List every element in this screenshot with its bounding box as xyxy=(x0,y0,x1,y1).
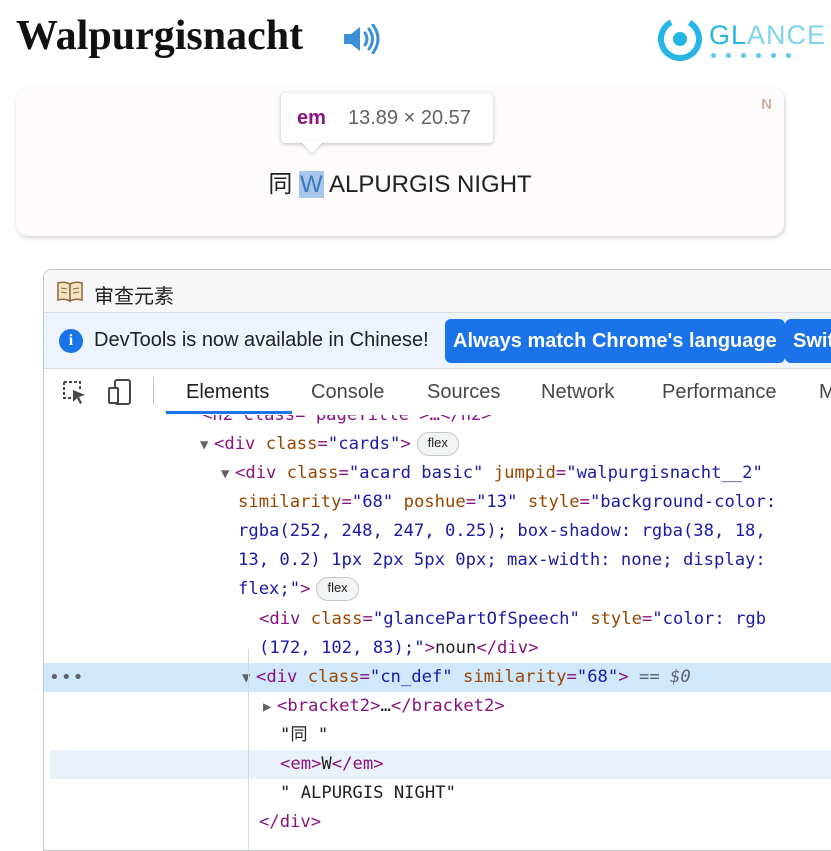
dom-node-acard-cont-1: similarity="68" poshue="13" style="backg… xyxy=(238,492,777,512)
inspect-tooltip: em 13.89 × 20.57 xyxy=(281,93,493,143)
toolbar-separator xyxy=(153,377,154,405)
tab-sources[interactable]: Sources xyxy=(427,381,500,404)
tab-elements[interactable]: Elements xyxy=(186,381,269,404)
switch-language-button[interactable]: Swit xyxy=(785,319,831,363)
dom-node-acard-cont-3: 13, 0.2) 1px 2px 5px 0px; max-width: non… xyxy=(238,550,766,570)
dom-node-acard[interactable]: ▼ <div class="acard basic" jumpid="walpur… xyxy=(44,459,831,488)
dom-node-bracket2[interactable]: ▶ <bracket2>…</bracket2> xyxy=(44,692,831,721)
tooltip-dimensions: 13.89 × 20.57 xyxy=(348,107,471,129)
tab-more[interactable]: M xyxy=(819,381,831,404)
dom-node-acard-cont-4: flex;"> flex xyxy=(44,575,831,604)
info-icon: i xyxy=(59,329,83,353)
device-toolbar-icon[interactable] xyxy=(106,378,134,406)
glance-logo: GLANCE xyxy=(657,16,825,62)
dom-node-close-div[interactable]: </div> xyxy=(44,808,831,837)
indent-guide xyxy=(248,649,249,850)
match-language-button[interactable]: Always match Chrome's language xyxy=(445,319,785,363)
dom-node-cn-def-selected[interactable]: ••• ▼ <div class="cn_def" similarity="68">… xyxy=(44,663,831,692)
devtools-tabbar: Elements Console Sources Network Perform… xyxy=(44,368,831,416)
infobar-message: DevTools is now available in Chinese! xyxy=(94,329,429,351)
book-icon xyxy=(57,281,83,303)
expand-triangle-icon[interactable]: ▼ xyxy=(242,664,256,693)
cn-definition: 同 W ALPURGIS NIGHT xyxy=(268,171,532,198)
dom-node-em-hovered[interactable]: <em>W</em> xyxy=(50,750,831,779)
glance-logo-dots xyxy=(711,53,791,58)
dom-text-node-1[interactable]: "同 " xyxy=(44,721,831,750)
language-infobar: i DevTools is now available in Chinese! … xyxy=(44,312,831,369)
tooltip-tag: em xyxy=(297,107,326,129)
dom-node-h2[interactable]: <h2 class="pageTitle">…</h2> xyxy=(44,415,831,430)
part-of-speech-badge: N xyxy=(761,96,772,113)
flex-badge[interactable]: flex xyxy=(416,432,459,456)
devtools-panel: 审查元素 i DevTools is now available in Chin… xyxy=(43,269,831,851)
tab-network[interactable]: Network xyxy=(541,381,614,404)
devtools-title: 审查元素 xyxy=(94,286,174,308)
tooltip-arrow xyxy=(300,141,324,154)
elements-tree: <h2 class="pageTitle">…</h2> ▼ <div class… xyxy=(44,415,831,850)
expand-triangle-icon[interactable]: ▼ xyxy=(221,460,235,489)
devtools-titlebar: 审查元素 xyxy=(44,270,831,312)
expand-triangle-icon[interactable]: ▼ xyxy=(200,431,214,460)
dom-node-partofspeech[interactable]: <div class="glancePartOfSpeech" style="c… xyxy=(44,605,831,634)
highlighted-em: W xyxy=(298,171,324,198)
collapse-triangle-icon[interactable]: ▶ xyxy=(263,693,277,722)
tab-performance[interactable]: Performance xyxy=(662,381,777,404)
more-options-icon[interactable]: ••• xyxy=(49,663,85,692)
dom-node-cards[interactable]: ▼ <div class="cards"> flex xyxy=(44,430,831,459)
flex-badge[interactable]: flex xyxy=(316,577,359,601)
page-title: Walpurgisnacht xyxy=(16,13,304,59)
dom-node-acard-cont-2: rgba(252, 248, 247, 0.25); box-shadow: r… xyxy=(238,521,766,541)
inspect-element-icon[interactable] xyxy=(60,378,88,406)
speaker-icon[interactable] xyxy=(342,24,380,54)
active-tab-indicator xyxy=(166,411,292,414)
glance-logo-icon xyxy=(658,16,702,61)
dom-text-node-2[interactable]: " ALPURGIS NIGHT" xyxy=(44,779,831,808)
glance-logo-text: GLANCE xyxy=(709,20,827,50)
dom-node-partofspeech-cont: (172, 102, 83);">noun</div> xyxy=(259,638,539,658)
tab-console[interactable]: Console xyxy=(311,381,384,404)
